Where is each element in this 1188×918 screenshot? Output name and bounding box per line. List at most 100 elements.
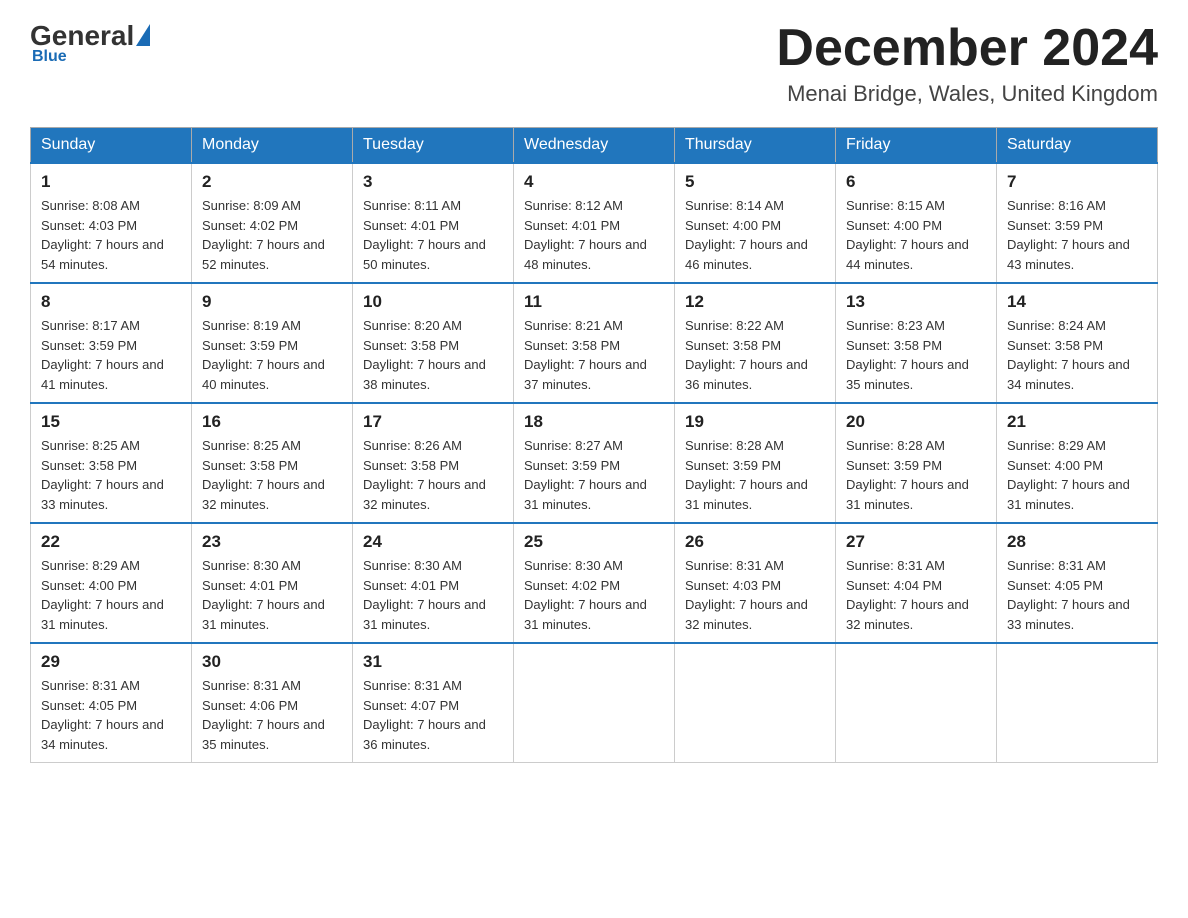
day-info: Sunrise: 8:24 AMSunset: 3:58 PMDaylight:… bbox=[1007, 316, 1147, 394]
day-number: 2 bbox=[202, 172, 342, 192]
day-number: 11 bbox=[524, 292, 664, 312]
day-number: 23 bbox=[202, 532, 342, 552]
day-number: 29 bbox=[41, 652, 181, 672]
calendar-cell: 21Sunrise: 8:29 AMSunset: 4:00 PMDayligh… bbox=[997, 403, 1158, 523]
day-info: Sunrise: 8:21 AMSunset: 3:58 PMDaylight:… bbox=[524, 316, 664, 394]
day-info: Sunrise: 8:31 AMSunset: 4:03 PMDaylight:… bbox=[685, 556, 825, 634]
day-info: Sunrise: 8:23 AMSunset: 3:58 PMDaylight:… bbox=[846, 316, 986, 394]
day-info: Sunrise: 8:12 AMSunset: 4:01 PMDaylight:… bbox=[524, 196, 664, 274]
day-info: Sunrise: 8:31 AMSunset: 4:05 PMDaylight:… bbox=[41, 676, 181, 754]
calendar-cell: 18Sunrise: 8:27 AMSunset: 3:59 PMDayligh… bbox=[514, 403, 675, 523]
week-row-3: 15 Sunrise: 8:25 AMSunset: 3:58 PMDayligh… bbox=[31, 403, 1158, 523]
calendar-cell: 12 Sunrise: 8:22 AMSunset: 3:58 PMDayligh… bbox=[675, 283, 836, 403]
day-info: Sunrise: 8:08 AMSunset: 4:03 PMDaylight:… bbox=[41, 196, 181, 274]
week-row-5: 29 Sunrise: 8:31 AMSunset: 4:05 PMDayligh… bbox=[31, 643, 1158, 763]
day-number: 4 bbox=[524, 172, 664, 192]
day-info: Sunrise: 8:31 AMSunset: 4:05 PMDaylight:… bbox=[1007, 556, 1147, 634]
day-number: 25 bbox=[524, 532, 664, 552]
calendar-cell: 13 Sunrise: 8:23 AMSunset: 3:58 PMDayligh… bbox=[836, 283, 997, 403]
day-number: 8 bbox=[41, 292, 181, 312]
weekday-header-thursday: Thursday bbox=[675, 128, 836, 164]
day-info: Sunrise: 8:28 AMSunset: 3:59 PMDaylight:… bbox=[846, 436, 986, 514]
day-info: Sunrise: 8:30 AMSunset: 4:01 PMDaylight:… bbox=[363, 556, 503, 634]
weekday-header-friday: Friday bbox=[836, 128, 997, 164]
day-number: 19 bbox=[685, 412, 825, 432]
day-info: Sunrise: 8:09 AMSunset: 4:02 PMDaylight:… bbox=[202, 196, 342, 274]
day-number: 20 bbox=[846, 412, 986, 432]
calendar-cell: 6 Sunrise: 8:15 AMSunset: 4:00 PMDaylight… bbox=[836, 163, 997, 283]
calendar-cell: 7 Sunrise: 8:16 AMSunset: 3:59 PMDaylight… bbox=[997, 163, 1158, 283]
calendar-cell: 22Sunrise: 8:29 AMSunset: 4:00 PMDayligh… bbox=[31, 523, 192, 643]
day-number: 17 bbox=[363, 412, 503, 432]
calendar-cell: 30 Sunrise: 8:31 AMSunset: 4:06 PMDayligh… bbox=[192, 643, 353, 763]
day-number: 24 bbox=[363, 532, 503, 552]
week-row-2: 8Sunrise: 8:17 AMSunset: 3:59 PMDaylight… bbox=[31, 283, 1158, 403]
day-number: 30 bbox=[202, 652, 342, 672]
calendar-cell: 3 Sunrise: 8:11 AMSunset: 4:01 PMDaylight… bbox=[353, 163, 514, 283]
calendar-cell: 4 Sunrise: 8:12 AMSunset: 4:01 PMDaylight… bbox=[514, 163, 675, 283]
day-number: 12 bbox=[685, 292, 825, 312]
calendar-cell bbox=[836, 643, 997, 763]
day-number: 31 bbox=[363, 652, 503, 672]
day-number: 15 bbox=[41, 412, 181, 432]
calendar-cell: 19 Sunrise: 8:28 AMSunset: 3:59 PMDayligh… bbox=[675, 403, 836, 523]
calendar-cell: 15 Sunrise: 8:25 AMSunset: 3:58 PMDayligh… bbox=[31, 403, 192, 523]
calendar-cell: 2 Sunrise: 8:09 AMSunset: 4:02 PMDaylight… bbox=[192, 163, 353, 283]
calendar-cell: 9 Sunrise: 8:19 AMSunset: 3:59 PMDaylight… bbox=[192, 283, 353, 403]
calendar-cell: 23Sunrise: 8:30 AMSunset: 4:01 PMDayligh… bbox=[192, 523, 353, 643]
calendar-cell: 17 Sunrise: 8:26 AMSunset: 3:58 PMDayligh… bbox=[353, 403, 514, 523]
day-info: Sunrise: 8:31 AMSunset: 4:06 PMDaylight:… bbox=[202, 676, 342, 754]
day-info: Sunrise: 8:20 AMSunset: 3:58 PMDaylight:… bbox=[363, 316, 503, 394]
day-number: 9 bbox=[202, 292, 342, 312]
day-info: Sunrise: 8:16 AMSunset: 3:59 PMDaylight:… bbox=[1007, 196, 1147, 274]
day-info: Sunrise: 8:25 AMSunset: 3:58 PMDaylight:… bbox=[41, 436, 181, 514]
day-number: 7 bbox=[1007, 172, 1147, 192]
day-info: Sunrise: 8:25 AMSunset: 3:58 PMDaylight:… bbox=[202, 436, 342, 514]
calendar-cell: 28 Sunrise: 8:31 AMSunset: 4:05 PMDayligh… bbox=[997, 523, 1158, 643]
day-info: Sunrise: 8:29 AMSunset: 4:00 PMDaylight:… bbox=[1007, 436, 1147, 514]
calendar-cell: 11 Sunrise: 8:21 AMSunset: 3:58 PMDayligh… bbox=[514, 283, 675, 403]
day-info: Sunrise: 8:31 AMSunset: 4:04 PMDaylight:… bbox=[846, 556, 986, 634]
day-number: 28 bbox=[1007, 532, 1147, 552]
weekday-header-wednesday: Wednesday bbox=[514, 128, 675, 164]
day-number: 3 bbox=[363, 172, 503, 192]
logo: General Blue bbox=[30, 20, 150, 66]
day-info: Sunrise: 8:28 AMSunset: 3:59 PMDaylight:… bbox=[685, 436, 825, 514]
calendar-cell: 27 Sunrise: 8:31 AMSunset: 4:04 PMDayligh… bbox=[836, 523, 997, 643]
weekday-header-monday: Monday bbox=[192, 128, 353, 164]
calendar-cell: 16Sunrise: 8:25 AMSunset: 3:58 PMDayligh… bbox=[192, 403, 353, 523]
day-info: Sunrise: 8:31 AMSunset: 4:07 PMDaylight:… bbox=[363, 676, 503, 754]
calendar-cell: 10 Sunrise: 8:20 AMSunset: 3:58 PMDayligh… bbox=[353, 283, 514, 403]
day-number: 6 bbox=[846, 172, 986, 192]
day-info: Sunrise: 8:27 AMSunset: 3:59 PMDaylight:… bbox=[524, 436, 664, 514]
calendar-cell: 25Sunrise: 8:30 AMSunset: 4:02 PMDayligh… bbox=[514, 523, 675, 643]
day-info: Sunrise: 8:26 AMSunset: 3:58 PMDaylight:… bbox=[363, 436, 503, 514]
day-info: Sunrise: 8:19 AMSunset: 3:59 PMDaylight:… bbox=[202, 316, 342, 394]
day-number: 5 bbox=[685, 172, 825, 192]
day-number: 10 bbox=[363, 292, 503, 312]
day-info: Sunrise: 8:11 AMSunset: 4:01 PMDaylight:… bbox=[363, 196, 503, 274]
weekday-header-tuesday: Tuesday bbox=[353, 128, 514, 164]
calendar-cell bbox=[997, 643, 1158, 763]
calendar-cell: 1 Sunrise: 8:08 AMSunset: 4:03 PMDaylight… bbox=[31, 163, 192, 283]
day-info: Sunrise: 8:15 AMSunset: 4:00 PMDaylight:… bbox=[846, 196, 986, 274]
weekday-header-row: SundayMondayTuesdayWednesdayThursdayFrid… bbox=[31, 128, 1158, 164]
day-info: Sunrise: 8:22 AMSunset: 3:58 PMDaylight:… bbox=[685, 316, 825, 394]
day-number: 13 bbox=[846, 292, 986, 312]
week-row-1: 1 Sunrise: 8:08 AMSunset: 4:03 PMDaylight… bbox=[31, 163, 1158, 283]
logo-triangle-icon bbox=[136, 24, 150, 46]
month-title: December 2024 bbox=[776, 20, 1158, 77]
day-number: 1 bbox=[41, 172, 181, 192]
page-header: General Blue December 2024 Menai Bridge,… bbox=[30, 20, 1158, 107]
week-row-4: 22Sunrise: 8:29 AMSunset: 4:00 PMDayligh… bbox=[31, 523, 1158, 643]
day-info: Sunrise: 8:29 AMSunset: 4:00 PMDaylight:… bbox=[41, 556, 181, 634]
calendar: SundayMondayTuesdayWednesdayThursdayFrid… bbox=[30, 127, 1158, 763]
day-number: 27 bbox=[846, 532, 986, 552]
calendar-cell: 26Sunrise: 8:31 AMSunset: 4:03 PMDayligh… bbox=[675, 523, 836, 643]
calendar-cell: 20 Sunrise: 8:28 AMSunset: 3:59 PMDayligh… bbox=[836, 403, 997, 523]
calendar-cell bbox=[514, 643, 675, 763]
logo-blue: Blue bbox=[32, 48, 67, 66]
calendar-cell: 24 Sunrise: 8:30 AMSunset: 4:01 PMDayligh… bbox=[353, 523, 514, 643]
weekday-header-saturday: Saturday bbox=[997, 128, 1158, 164]
day-number: 14 bbox=[1007, 292, 1147, 312]
